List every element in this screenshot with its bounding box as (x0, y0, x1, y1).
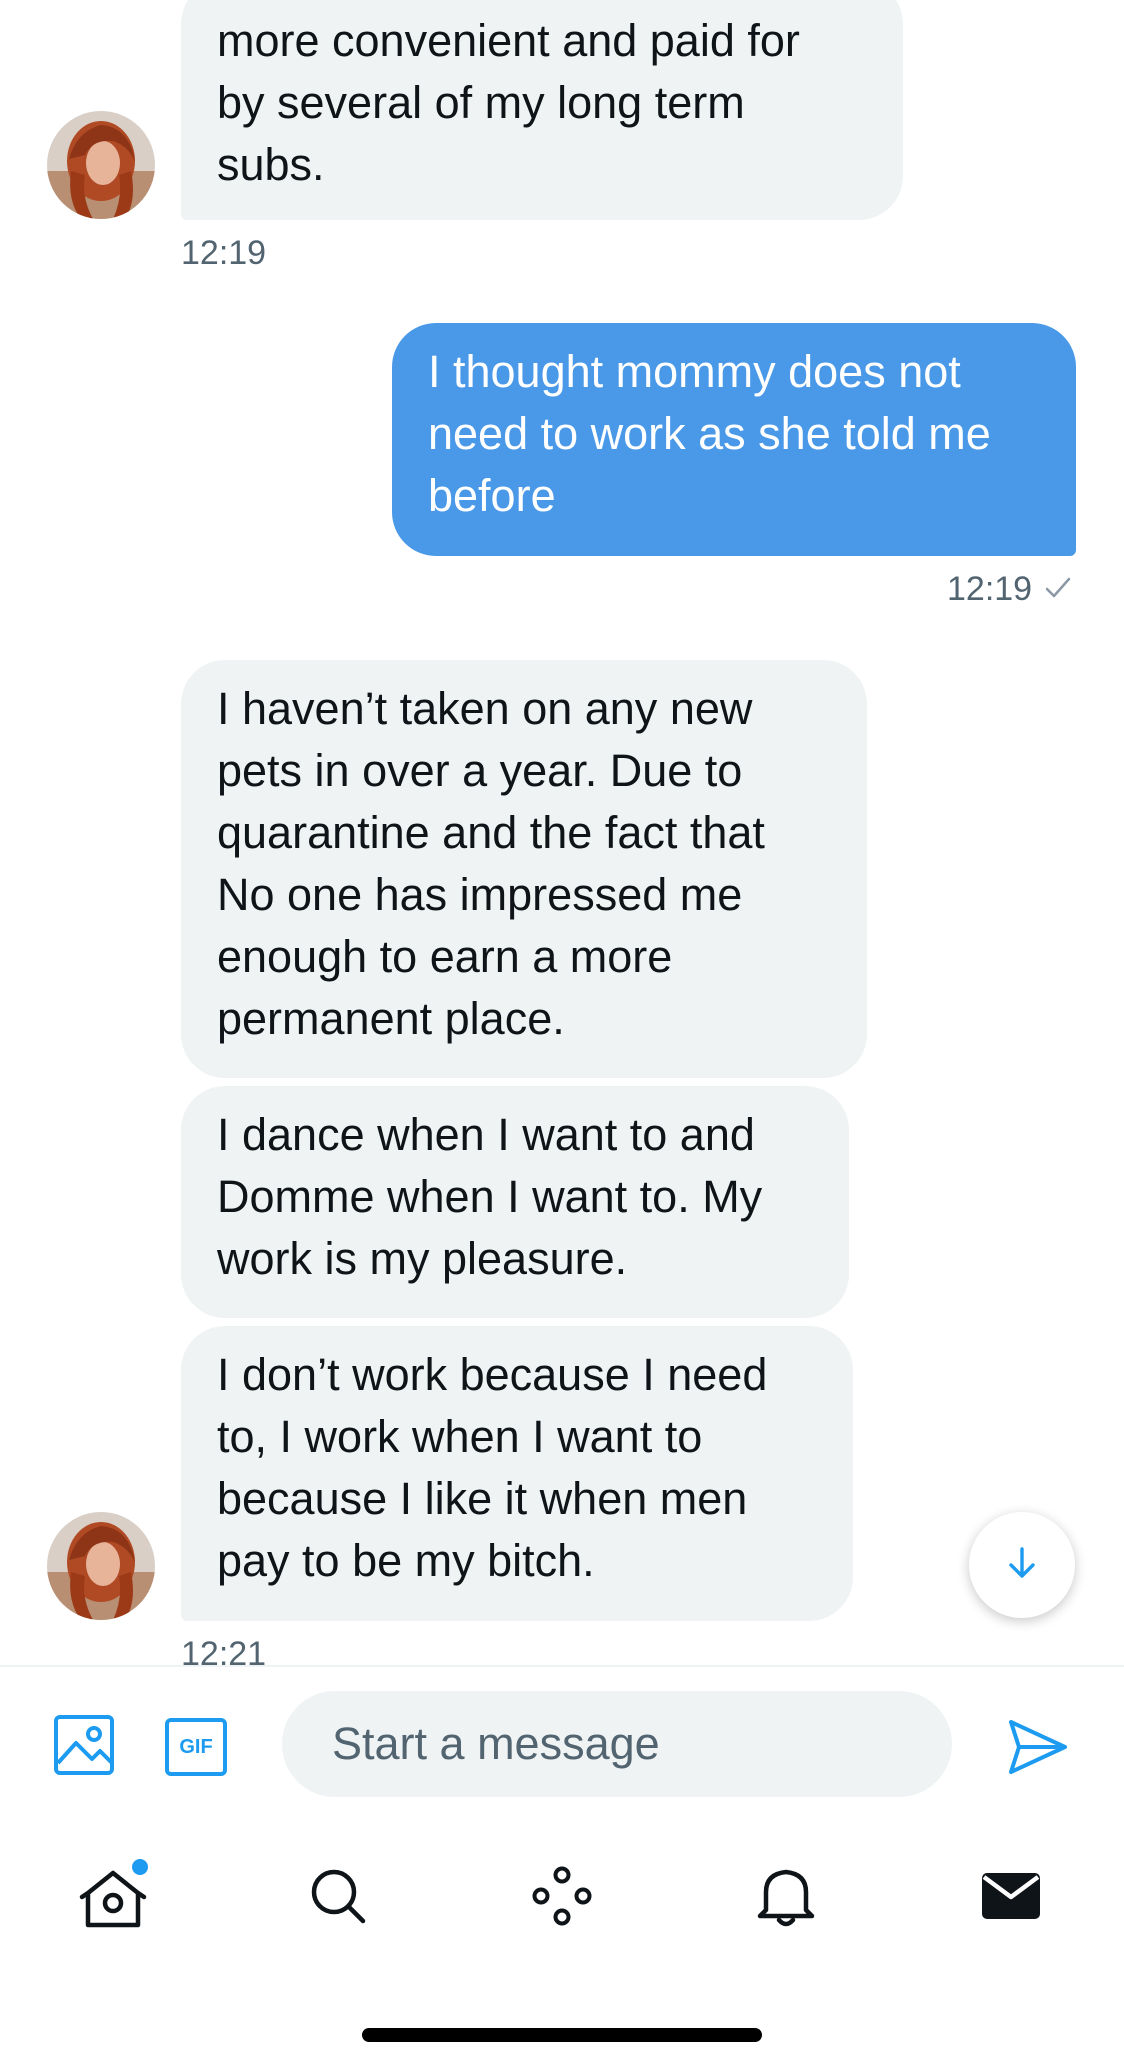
home-icon (78, 1859, 148, 1933)
checkmark-icon (1042, 572, 1074, 604)
message-timestamp: 12:21 (181, 1635, 267, 1665)
incoming-message-bubble[interactable]: I dance when I want to and Domme when I … (181, 1086, 849, 1318)
avatar-photo (47, 1512, 155, 1620)
incoming-message-bubble[interactable]: I don’t work because I need to, I work w… (181, 1326, 853, 1621)
search-icon (305, 1863, 371, 1934)
incoming-message-bubble[interactable]: more convenient and paid for by several … (181, 0, 903, 220)
contact-avatar[interactable] (47, 111, 155, 219)
send-button[interactable] (1000, 1711, 1076, 1787)
tab-home[interactable] (70, 1855, 156, 1941)
tab-notifications[interactable] (743, 1855, 829, 1941)
tab-search[interactable] (295, 1855, 381, 1941)
message-input-placeholder: Start a message (332, 1718, 660, 1769)
home-indicator (362, 2028, 762, 2042)
contact-avatar[interactable] (47, 1512, 155, 1620)
add-photo-button[interactable] (48, 1711, 120, 1783)
arrow-down-icon (1002, 1543, 1042, 1588)
messages-icon (976, 1861, 1046, 1936)
incoming-message-bubble[interactable]: I haven’t taken on any new pets in over … (181, 660, 867, 1078)
new-activity-dot (132, 1859, 148, 1875)
message-timestamp: 12:19 (181, 234, 267, 272)
spaces-icon (527, 1861, 597, 1936)
scroll-to-bottom-button[interactable] (969, 1512, 1075, 1618)
add-gif-button[interactable]: GIF (160, 1711, 232, 1783)
message-timestamp: 12:19 (947, 570, 1033, 608)
conversation-thread[interactable]: more convenient and paid for by several … (0, 0, 1124, 1665)
gif-icon: GIF (165, 1718, 227, 1776)
message-input[interactable]: Start a message (282, 1691, 952, 1797)
tab-messages[interactable] (968, 1855, 1054, 1941)
avatar-photo (47, 111, 155, 219)
message-composer: GIF Start a message (0, 1665, 1124, 1827)
tab-spaces[interactable] (519, 1855, 605, 1941)
notifications-icon (752, 1862, 820, 1935)
outgoing-message-bubble[interactable]: I thought mommy does not need to work as… (392, 323, 1076, 556)
gif-label: GIF (179, 1735, 213, 1758)
image-icon (52, 1713, 116, 1782)
send-icon (1005, 1714, 1071, 1785)
